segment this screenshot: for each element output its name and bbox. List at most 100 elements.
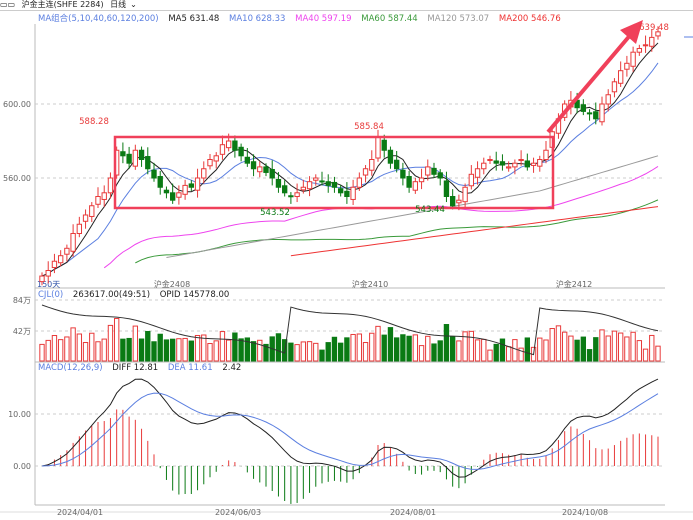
candle-body (624, 62, 630, 70)
volume-bar (524, 337, 531, 362)
volume-bar (549, 328, 555, 362)
candle-body (437, 172, 443, 179)
volume-bar (176, 338, 182, 362)
ma10-line (41, 62, 659, 277)
candle-body (194, 177, 201, 191)
volume-bar (313, 342, 319, 362)
candle-body (151, 169, 157, 179)
price-tick: 560.00 (3, 174, 31, 183)
volume-bar (393, 337, 400, 362)
volume-bar (418, 345, 425, 362)
candle-body (543, 149, 549, 160)
candle-body (257, 166, 263, 173)
candle-body (487, 159, 493, 161)
candle-body (362, 168, 369, 176)
volume-bar (611, 330, 618, 362)
volume-bar (649, 334, 655, 362)
candle-body (45, 270, 51, 277)
candle-body (163, 189, 170, 194)
volume-bar (306, 341, 313, 362)
candle-body (213, 155, 219, 162)
candle-body (275, 178, 282, 188)
contract-label: 沪金2410 (352, 279, 388, 289)
volume-bar (151, 341, 157, 362)
candle-body (294, 192, 300, 198)
volume-bar (505, 346, 512, 362)
candle-body (369, 159, 375, 171)
candle-body (126, 153, 132, 164)
candle-body (145, 156, 151, 170)
candle-body (599, 103, 605, 123)
candle-body (57, 255, 64, 264)
volume-bar (499, 338, 506, 362)
volume-bar (630, 331, 636, 362)
volume-bar (593, 337, 599, 362)
volume-bar (636, 340, 643, 362)
volume-bar (449, 336, 456, 362)
candle-body (406, 176, 412, 188)
volume-bar (82, 342, 89, 362)
volume-bar (132, 325, 139, 362)
candle-body (474, 168, 481, 178)
volume-bar (238, 338, 244, 362)
candle-body (169, 192, 176, 201)
volume-bar (493, 343, 499, 362)
volume-bar (188, 340, 195, 362)
volume-bar (406, 335, 412, 362)
candle-body (493, 160, 499, 164)
candle-body (95, 196, 101, 205)
last-price-annotation: 639.48 (639, 23, 669, 33)
candle-body (132, 149, 139, 167)
candle-body (443, 180, 450, 198)
candle-body (425, 166, 431, 176)
candle-body (250, 161, 257, 170)
volume-bar (163, 339, 170, 362)
candle-body (512, 162, 518, 168)
candle-body (120, 151, 126, 157)
volume-bar (487, 349, 493, 362)
candle-body (64, 247, 70, 255)
volume-bar (331, 336, 338, 362)
volume-bar (39, 343, 45, 362)
volume-bar (344, 337, 350, 362)
volume-bar (362, 342, 369, 362)
candle-body (232, 140, 238, 151)
low-annotation: 543.44 (415, 205, 445, 215)
candle-body (375, 136, 381, 159)
candle-body (201, 168, 207, 179)
candle-body (431, 167, 437, 175)
volume-bar (138, 338, 145, 362)
volume-bar (213, 340, 219, 362)
candle-body (468, 173, 475, 187)
date-tick: 2024/10/08 (562, 508, 608, 517)
ma60-line (135, 199, 659, 264)
candle-body (76, 223, 83, 234)
candle-body (101, 192, 107, 200)
volume-bar (456, 340, 462, 362)
volume-bar (412, 334, 419, 362)
volume-bar (194, 334, 201, 362)
candle-body (530, 162, 537, 166)
volume-bar (474, 339, 481, 362)
volume-bar (145, 330, 151, 362)
candle-body (182, 184, 188, 195)
candle-body (238, 146, 244, 157)
price-chart[interactable]: 600.00 560.00 84万 42万 10.00 0.00 2024/04… (0, 0, 693, 520)
candle-body (269, 168, 275, 179)
volume-bar (319, 349, 325, 362)
volume-bar (580, 336, 587, 362)
volume-bar (76, 333, 83, 362)
candle-body (82, 214, 89, 222)
volume-bar (89, 332, 95, 362)
volume-bar (468, 330, 475, 362)
volume-bar (95, 341, 101, 362)
volume-bar (232, 332, 238, 362)
volume-bar (369, 332, 375, 362)
volume-bar (57, 339, 64, 362)
candle-body (518, 159, 524, 161)
candle-body (313, 177, 319, 181)
candle-body (586, 112, 593, 115)
volume-bar (113, 318, 120, 362)
volume-bar (250, 341, 257, 362)
volume-bar (624, 336, 630, 362)
